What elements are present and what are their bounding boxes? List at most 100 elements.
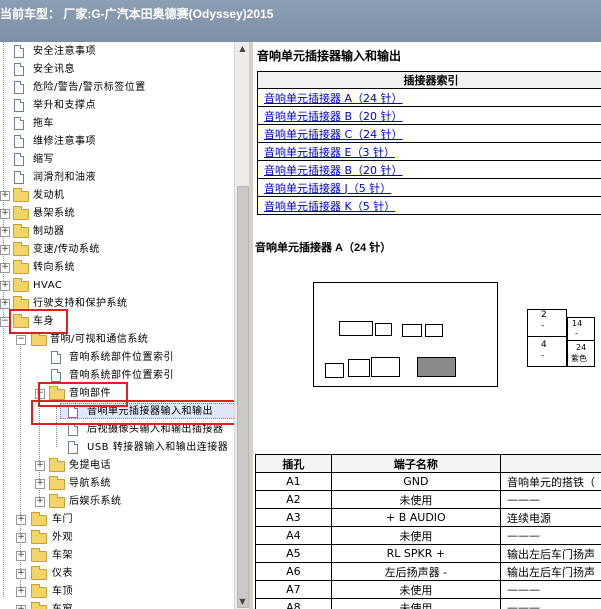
connector-slot	[348, 359, 370, 377]
expand-toggle[interactable]: +	[0, 209, 10, 219]
connector-link[interactable]: 音响单元插接器 J（5 针）	[264, 182, 391, 195]
index-header: 插接器索引	[257, 71, 601, 89]
connector-link[interactable]: 音响单元插接器 E（3 针）	[264, 146, 395, 159]
tree-item-safety-info[interactable]: 安全讯息	[0, 61, 234, 79]
index-row: 音响单元插接器 B（20 针）	[257, 106, 601, 125]
folder-icon	[13, 278, 29, 292]
expand-toggle[interactable]: +	[0, 263, 10, 273]
connector-link[interactable]: 音响单元插接器 B（20 针）	[264, 164, 403, 177]
tree-item-windows[interactable]: + 车窗	[0, 601, 234, 609]
pin-label: 4	[541, 340, 547, 350]
tree-item-label: 润滑剂和油液	[33, 172, 96, 183]
tree-item-roof[interactable]: + 车顶	[0, 583, 234, 601]
document-icon	[14, 99, 24, 112]
pin-cell: A7	[255, 580, 332, 599]
tree-item-engine[interactable]: + 发动机	[0, 187, 234, 205]
pin-cell: A2	[255, 490, 332, 509]
collapse-toggle[interactable]: −	[16, 335, 26, 345]
connector-link[interactable]: 音响单元插接器 A（24 针）	[264, 92, 403, 105]
tree-item-audio-index-1[interactable]: 音响系统部件位置索引	[0, 349, 234, 367]
tree-item-lubricants[interactable]: 润滑剂和油液	[0, 169, 234, 187]
expand-toggle[interactable]: +	[0, 281, 10, 291]
tree-item-label: 安全讯息	[33, 64, 75, 75]
tree-item-service-notes[interactable]: 维修注意事项	[0, 133, 234, 151]
index-row: 音响单元插接器 K（5 针）	[257, 196, 601, 215]
table-row: A7 未使用 ———	[255, 580, 601, 599]
tree-item-exterior[interactable]: + 外观	[0, 529, 234, 547]
tree-item-label: 车门	[52, 514, 73, 525]
terminal-cell: 未使用	[330, 580, 502, 599]
document-icon	[14, 171, 24, 184]
scroll-down-arrow-icon[interactable]: ▼	[235, 595, 250, 609]
tree-item-handsfree[interactable]: + 免提电话	[0, 457, 234, 475]
folder-icon	[13, 260, 29, 274]
tree-item-brakes[interactable]: + 制动器	[0, 223, 234, 241]
folder-icon	[13, 224, 29, 238]
navigation-tree[interactable]: 安全注意事项 安全讯息 危险/警告/警示标签位置 举升和支撑点 拖车 维修注意事…	[0, 42, 234, 609]
scroll-up-arrow-icon[interactable]: ▲	[235, 42, 250, 56]
tree-item-towing[interactable]: 拖车	[0, 115, 234, 133]
expand-toggle[interactable]: +	[35, 479, 45, 489]
document-icon	[51, 369, 61, 382]
tree-item-warning-labels[interactable]: 危险/警告/警示标签位置	[0, 79, 234, 97]
connector-link[interactable]: 音响单元插接器 K（5 针）	[264, 200, 395, 213]
scrollbar-thumb[interactable]	[237, 186, 249, 608]
expand-toggle[interactable]: +	[16, 605, 26, 609]
expand-toggle[interactable]: +	[16, 569, 26, 579]
folder-open-icon	[31, 332, 47, 346]
expand-toggle[interactable]: +	[16, 551, 26, 561]
tree-item-suspension[interactable]: + 悬架系统	[0, 205, 234, 223]
tree-item-navigation[interactable]: + 导航系统	[0, 475, 234, 493]
pin-label: -	[575, 329, 578, 338]
connector-face-diagram: 2 - 4 - 14 - 24 紫色	[527, 309, 601, 367]
folder-icon	[49, 494, 65, 508]
expand-toggle[interactable]: +	[16, 515, 26, 525]
tree-item-abbreviations[interactable]: 缩写	[0, 151, 234, 169]
connector-link[interactable]: 音响单元插接器 B（20 针）	[264, 110, 403, 123]
pin-cell: A3	[255, 508, 332, 527]
expand-toggle[interactable]: +	[16, 587, 26, 597]
description-cell: ———	[500, 526, 601, 545]
expand-toggle[interactable]: +	[35, 461, 45, 471]
folder-icon	[31, 530, 47, 544]
connector-slot	[325, 363, 344, 378]
tree-item-lift-points[interactable]: 举升和支撑点	[0, 97, 234, 115]
expand-toggle[interactable]: +	[0, 227, 10, 237]
folder-icon	[49, 458, 65, 472]
pin-table: 插孔 端子名称 A1 GND 音响单元的搭铁（ A2 未使用 ——— A3 + …	[255, 454, 601, 609]
connector-title: 音响单元插接器 A（24 针）	[255, 242, 392, 254]
tree-item-steering[interactable]: + 转向系统	[0, 259, 234, 277]
expand-toggle[interactable]: +	[16, 533, 26, 543]
expand-toggle[interactable]: +	[35, 497, 45, 507]
table-row: A2 未使用 ———	[255, 490, 601, 509]
tree-item-label: HVAC	[33, 280, 63, 291]
tree-item-label: USB 转接器输入和输出连接器	[87, 442, 229, 453]
terminal-cell: RL SPKR +	[330, 544, 502, 563]
tree-scrollbar[interactable]: ▲ ▼	[234, 42, 250, 609]
expand-toggle[interactable]: +	[0, 191, 10, 201]
expand-toggle[interactable]: +	[0, 299, 10, 309]
title-bar: 当前车型： 厂家:G-广汽本田奥德赛(Odyssey)2015	[0, 0, 601, 42]
document-icon	[14, 135, 24, 148]
tree-item-rear-entertainment[interactable]: + 后娱乐系统	[0, 493, 234, 511]
table-row: A5 RL SPKR + 输出左后车门扬声	[255, 544, 601, 563]
connector-link[interactable]: 音响单元插接器 C（24 针）	[264, 128, 403, 141]
tree-item-instruments[interactable]: + 仪表	[0, 565, 234, 583]
tree-item-label: 制动器	[33, 226, 65, 237]
column-header	[500, 454, 601, 473]
tree-item-frame[interactable]: + 车架	[0, 547, 234, 565]
tree-item-transmission[interactable]: + 变速/传动系统	[0, 241, 234, 259]
index-row: 音响单元插接器 J（5 针）	[257, 178, 601, 197]
tree-item-doors[interactable]: + 车门	[0, 511, 234, 529]
connector-a-highlight	[417, 357, 456, 377]
annotation-box-selected-item	[31, 400, 234, 425]
pin-cell: A6	[255, 562, 332, 581]
tree-item-safety-notes[interactable]: 安全注意事项	[0, 43, 234, 61]
tree-item-label: 后娱乐系统	[69, 496, 122, 507]
table-row: A3 + B AUDIO 连续电源	[255, 508, 601, 527]
tree-item-usb-connector[interactable]: USB 转接器输入和输出连接器	[0, 439, 234, 457]
tree-item-hvac[interactable]: + HVAC	[0, 277, 234, 295]
expand-toggle[interactable]: +	[0, 245, 10, 255]
tree-item-label: 拖车	[33, 118, 54, 129]
folder-icon	[13, 242, 29, 256]
